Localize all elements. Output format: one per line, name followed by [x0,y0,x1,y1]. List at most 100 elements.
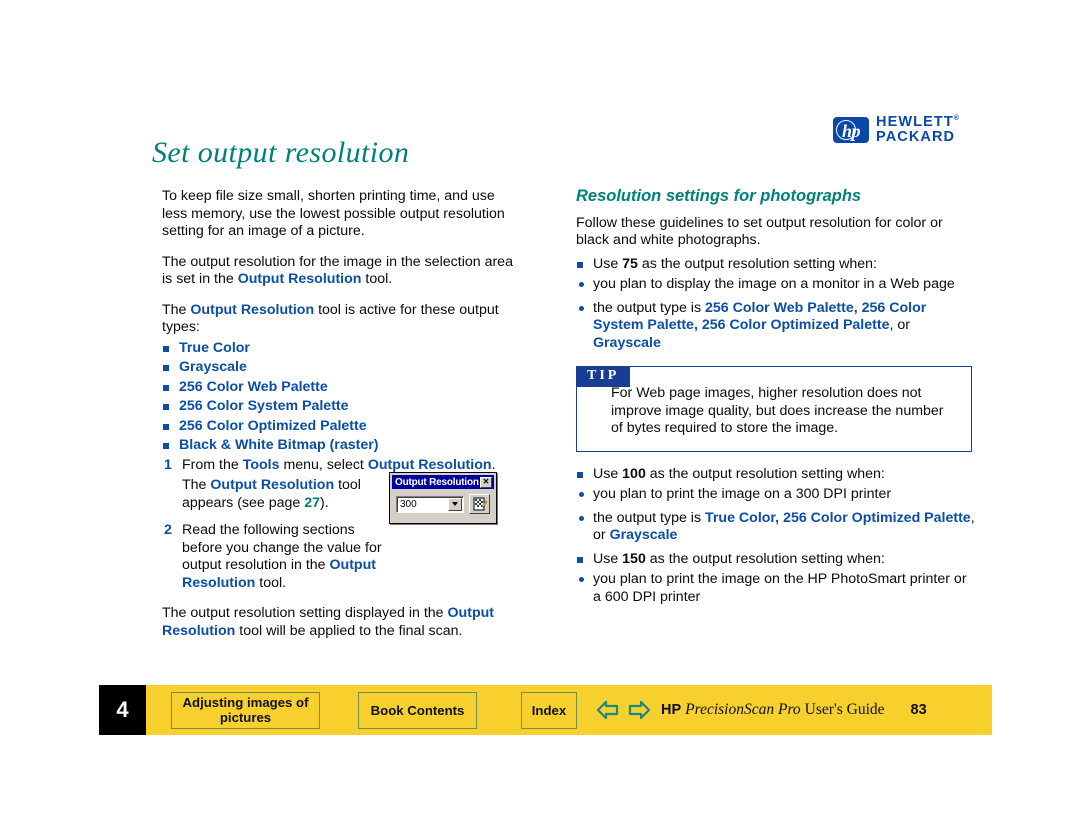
guide-product-name: PrecisionScan Pro [685,701,801,718]
guideline-75-sublist: you plan to display the image on a monit… [576,276,976,352]
text-fragment: the output type is [593,299,705,316]
text-separator: , [775,509,784,526]
list-item: you plan to display the image on a monit… [576,276,976,294]
link-output-resolution[interactable]: Output Resolution [238,271,362,287]
tip-callout: TIP For Web page images, higher resoluti… [576,366,972,452]
text-fragment: The [182,477,211,493]
hp-logo-letters: hp [841,121,861,142]
list-item: the output type is True Color, 256 Color… [576,510,976,545]
hp-logo-mark: hp [833,117,869,144]
text-fragment: The [162,301,191,318]
right-intro-paragraph: Follow these guidelines to set output re… [576,214,943,249]
text-fragment: . [491,456,496,473]
resolution-tool-icon[interactable] [469,494,490,514]
resolution-value-75: 75 [622,255,638,272]
dialog-body: 300 [392,489,494,516]
xref-page-27[interactable]: 27 [304,495,320,511]
document-page: hp HEWLETT® PACKARD Set output resolutio… [0,0,1080,834]
link-tools-menu[interactable]: Tools [243,457,280,473]
list-item[interactable]: Grayscale [162,359,514,377]
resolution-value-100: 100 [622,465,646,482]
index-button[interactable]: Index [521,691,577,729]
hp-logo-wordmark: HEWLETT® PACKARD [876,114,959,146]
chapter-title-button[interactable]: Adjusting images of pictures [171,691,320,729]
link-256-color-optimized-palette[interactable]: 256 Color Optimized Palette [702,317,890,333]
left-column: To keep file size small, shorten printin… [162,188,514,653]
step-number: 2 [164,522,172,538]
output-types-list: True Color Grayscale 256 Color Web Palet… [162,340,514,455]
text-fragment: The output resolution setting displayed … [162,605,448,621]
book-contents-button[interactable]: Book Contents [358,691,477,729]
guideline-75: Use 75 as the output resolution setting … [576,256,976,274]
link-256-color-web-palette[interactable]: 256 Color Web Palette [705,300,854,316]
text-fragment: as the output resolution setting when: [645,465,885,482]
chevron-down-icon[interactable] [448,497,462,511]
output-resolution-dialog[interactable]: Output Resolution ✕ 300 [389,472,497,524]
text-separator: , or [889,317,910,333]
guide-title: HP PrecisionScan Pro User's Guide [661,701,885,719]
text-separator: , [693,317,702,333]
text-fragment: tool. [361,271,393,287]
guide-suffix: User's Guide [804,701,885,718]
text-separator: , [853,299,862,316]
list-item: you plan to print the image on the HP Ph… [576,571,976,606]
guideline-150: Use 150 as the output resolution setting… [576,551,976,569]
list-item: the output type is 256 Color Web Palette… [576,300,976,353]
resolution-value-150: 150 [622,550,646,567]
guideline-150-sublist: you plan to print the image on the HP Ph… [576,571,976,606]
link-output-resolution[interactable]: Output Resolution [190,302,314,318]
resolution-guidelines-75: Use 75 as the output resolution setting … [576,256,976,274]
chapter-number-badge: 4 [99,685,146,735]
guideline-100: Use 100 as the output resolution setting… [576,466,976,484]
resolution-dropdown[interactable]: 300 [396,495,464,513]
dialog-title-text: Output Resolution [395,476,479,488]
text-fragment: Use [593,550,623,567]
left-paragraph-3: The Output Resolution tool is active for… [162,302,514,337]
left-paragraph-1: To keep file size small, shorten printin… [162,188,505,239]
link-grayscale[interactable]: Grayscale [593,335,661,351]
text-fragment: From the [182,456,243,473]
link-256-color-optimized-palette[interactable]: 256 Color Optimized Palette [783,510,971,526]
list-item[interactable]: 256 Color System Palette [162,398,514,416]
link-true-color[interactable]: True Color [705,510,775,526]
page-number: 83 [910,702,927,718]
link-grayscale[interactable]: Grayscale [610,527,678,543]
dialog-title-bar[interactable]: Output Resolution ✕ [392,475,494,489]
text-fragment: as the output resolution setting when: [637,255,877,272]
right-column: Resolution settings for photographs Foll… [576,187,976,612]
left-paragraph-final: The output resolution setting displayed … [162,605,514,640]
hp-logo-line1: HEWLETT® [876,114,959,130]
page-footer: 4 Adjusting images of pictures Book Cont… [99,685,992,735]
text-fragment: menu, select [279,456,368,473]
registered-mark: ® [953,115,959,123]
guideline-100-sublist: you plan to print the image on a 300 DPI… [576,486,976,545]
text-fragment: tool. [255,574,287,591]
link-output-resolution[interactable]: Output Resolution [368,457,492,473]
left-paragraph-2: The output resolution for the image in t… [162,254,514,289]
tip-box: For Web page images, higher resolution d… [576,366,972,452]
step-number: 1 [164,456,172,473]
list-item[interactable]: Black & White Bitmap (raster) [162,437,514,455]
forward-arrow-icon[interactable] [626,698,652,722]
text-fragment: the output type is [593,509,705,526]
list-item: you plan to print the image on a 300 DPI… [576,486,976,504]
resolution-guidelines-100: Use 100 as the output resolution setting… [576,466,976,484]
back-arrow-icon[interactable] [595,698,621,722]
step-1-body: The Output Resolution tool appears (see … [182,477,387,512]
resolution-guidelines-150: Use 150 as the output resolution setting… [576,551,976,569]
page-title: Set output resolution [152,136,410,169]
list-item[interactable]: 256 Color Web Palette [162,379,514,397]
step-2: 2 Read the following sections before you… [162,522,392,592]
list-item[interactable]: 256 Color Optimized Palette [162,418,514,436]
list-item[interactable]: True Color [162,340,514,358]
section-heading: Resolution settings for photographs [576,187,862,205]
link-output-resolution[interactable]: Output Resolution [210,477,334,493]
text-fragment: as the output resolution setting when: [645,550,885,567]
resolution-value: 300 [400,498,417,510]
close-icon[interactable]: ✕ [480,476,492,488]
tip-label: TIP [576,366,631,388]
text-fragment: Use [593,255,623,272]
text-fragment: Use [593,465,623,482]
text-fragment: tool will be applied to the final scan. [235,622,463,639]
hp-logo-line2: PACKARD [876,129,956,146]
